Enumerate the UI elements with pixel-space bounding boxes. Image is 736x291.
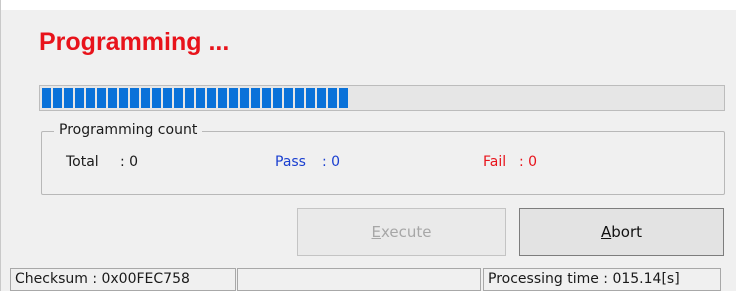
top-strip <box>1 0 736 10</box>
programming-count-group: Programming count Total : 0 Pass : 0 Fai… <box>41 122 725 195</box>
checksum-panel: Checksum : 0x00FEC758 <box>10 268 236 291</box>
processing-time-panel: Processing time : 015.14[s] <box>483 268 721 291</box>
execute-button[interactable]: Execute <box>297 208 506 256</box>
pass-value: : 0 <box>322 154 341 170</box>
total-value: : 0 <box>120 154 139 170</box>
abort-label: Abort <box>600 223 642 241</box>
total-label: Total <box>66 154 99 170</box>
execute-label: Execute <box>371 223 432 241</box>
fail-label: Fail <box>483 154 507 170</box>
progress-fill <box>42 88 348 108</box>
pass-label: Pass <box>275 154 306 170</box>
fail-value: : 0 <box>519 154 538 170</box>
group-legend: Programming count <box>54 122 203 138</box>
abort-button[interactable]: Abort <box>519 208 724 256</box>
status-middle-panel <box>237 268 481 291</box>
status-title: Programming ... <box>39 28 230 56</box>
programming-dialog: Programming ... Programming count Total … <box>0 0 736 291</box>
progress-bar <box>39 85 725 111</box>
status-bar: Checksum : 0x00FEC758 Processing time : … <box>1 265 736 291</box>
